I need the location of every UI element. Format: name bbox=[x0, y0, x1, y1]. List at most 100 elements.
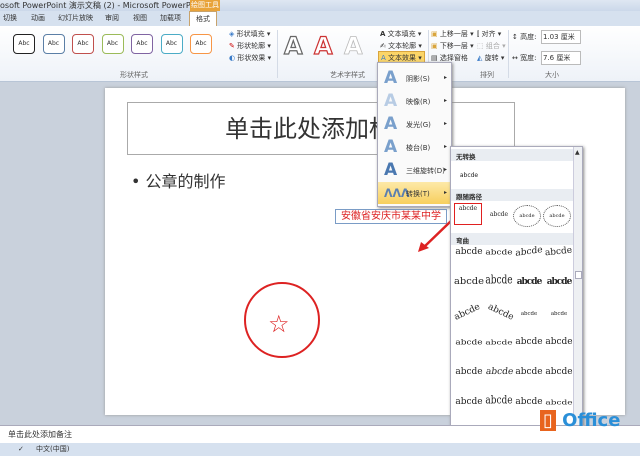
rotate-button[interactable]: ◭ 旋转 ▾ bbox=[477, 53, 504, 63]
tab-addins[interactable]: 加载项 bbox=[160, 13, 181, 23]
shape-style-swatch[interactable]: Abc bbox=[190, 34, 212, 54]
ribbon: Abc Abc Abc Abc Abc Abc Abc ◈ 形状填充 ▾ ✎ 形状轮廓 ▾ … bbox=[0, 26, 640, 82]
wordart-style-3[interactable]: A bbox=[344, 32, 363, 61]
warp-option[interactable]: abcde bbox=[485, 340, 513, 353]
warp-option[interactable]: abcde bbox=[485, 274, 513, 297]
warp-option[interactable]: abcde bbox=[485, 395, 513, 417]
no-transform-option[interactable]: abcde bbox=[455, 167, 483, 185]
watermark-logo: ▯ Office bbox=[540, 410, 620, 431]
scroll-up-icon[interactable]: ▲ bbox=[575, 149, 580, 156]
align-button[interactable]: ⫿ 对齐 ▾ bbox=[477, 29, 501, 39]
notes-placeholder: 单击此处添加备注 bbox=[8, 430, 72, 439]
menu-item-3d-rotation[interactable]: A 三维旋转(D) ▸ bbox=[378, 159, 451, 181]
warp-option[interactable]: abcde bbox=[515, 277, 543, 295]
menu-item-shadow[interactable]: A 阴影(S) ▸ bbox=[378, 67, 451, 89]
menu-item-transform[interactable]: ᐱᐱᐱ 转换(T) ▸ bbox=[378, 182, 451, 204]
height-input[interactable]: 1.03 厘米 bbox=[541, 30, 581, 44]
send-backward-button[interactable]: ▣ 下移一层 ▾ bbox=[431, 41, 474, 51]
path-arch-up-option[interactable]: abcde bbox=[454, 203, 482, 225]
submenu-arrow-icon: ▸ bbox=[443, 74, 447, 81]
text-outline-icon: ✍ bbox=[380, 42, 386, 50]
office-logo-icon: ▯ bbox=[540, 410, 556, 431]
warp-option[interactable]: abcde bbox=[515, 367, 543, 385]
path-circle-option[interactable]: abcde bbox=[513, 205, 541, 227]
text-effects-icon: A bbox=[381, 54, 386, 62]
paint-bucket-icon: ◈ bbox=[229, 30, 235, 38]
path-button-option[interactable]: abcde bbox=[543, 205, 571, 227]
bevel-icon: A bbox=[384, 137, 398, 157]
shape-style-swatch[interactable]: Abc bbox=[101, 34, 124, 54]
group-label-arrange: 排列 bbox=[480, 71, 494, 79]
bullet-text[interactable]: • 公章的制作 bbox=[131, 168, 226, 192]
bring-forward-button[interactable]: ▣ 上移一层 ▾ bbox=[431, 29, 474, 39]
warp-option[interactable]: abcde bbox=[545, 277, 573, 295]
warp-option[interactable]: abcde bbox=[521, 311, 538, 322]
reflection-icon: A bbox=[384, 91, 398, 111]
spell-check-icon[interactable]: ✓ bbox=[18, 443, 24, 456]
text-fill-button[interactable]: A 文本填充 ▾ bbox=[380, 29, 421, 39]
shape-outline-button[interactable]: ✎ 形状轮廓 ▾ bbox=[229, 41, 271, 51]
warp-option[interactable]: abcde bbox=[515, 337, 543, 355]
tab-transitions[interactable]: 切换 bbox=[3, 13, 17, 23]
section-follow-path: 跟随路径 bbox=[451, 189, 573, 201]
title-bar: osoft PowerPoint 演示文稿 (2) - Microsoft Po… bbox=[0, 0, 640, 11]
menu-item-reflection[interactable]: A 映像(R) ▸ bbox=[378, 90, 451, 112]
3d-rotation-icon: A bbox=[384, 160, 398, 180]
shape-fill-button[interactable]: ◈ 形状填充 ▾ bbox=[229, 29, 270, 39]
warp-option[interactable]: abcde bbox=[453, 302, 486, 330]
tab-view[interactable]: 视图 bbox=[133, 13, 147, 23]
group-button[interactable]: ⬚ 组合 ▾ bbox=[477, 41, 506, 51]
height-icon: ↕ bbox=[512, 33, 518, 41]
shape-style-swatch[interactable]: Abc bbox=[160, 34, 183, 54]
text-outline-button[interactable]: ✍ 文本轮廓 ▾ bbox=[380, 41, 422, 51]
path-arch-down-option[interactable]: abcde bbox=[485, 211, 513, 229]
menu-item-glow[interactable]: A 发光(G) ▸ bbox=[378, 113, 451, 135]
submenu-arrow-icon: ▸ bbox=[443, 189, 447, 196]
shape-style-swatch[interactable]: Abc bbox=[131, 34, 153, 54]
warp-option[interactable]: abcde bbox=[483, 302, 516, 330]
group-icon: ⬚ bbox=[477, 42, 484, 50]
divider bbox=[277, 30, 278, 78]
wordart-style-1[interactable]: A bbox=[283, 31, 303, 60]
window-title: osoft PowerPoint 演示文稿 (2) - Microsoft Po… bbox=[0, 1, 206, 10]
bring-forward-icon: ▣ bbox=[431, 30, 438, 38]
send-backward-icon: ▣ bbox=[431, 42, 438, 50]
warp-option[interactable]: abcde bbox=[545, 367, 573, 385]
warp-option[interactable]: abcde bbox=[455, 247, 483, 265]
status-bar: ✓ 中文(中国) bbox=[0, 443, 640, 456]
warp-option[interactable]: abcde bbox=[454, 277, 485, 295]
menu-item-bevel[interactable]: A 棱台(B) ▸ bbox=[378, 136, 451, 158]
shape-style-swatch[interactable]: Abc bbox=[13, 34, 35, 54]
ribbon-tabs: 切换 动画 幻灯片放映 审阅 视图 加载项 格式 bbox=[0, 11, 640, 26]
warp-option[interactable]: abcde bbox=[484, 367, 515, 385]
submenu-arrow-icon: ▸ bbox=[443, 166, 447, 173]
tab-review[interactable]: 审阅 bbox=[105, 13, 119, 23]
warp-option[interactable]: abcde bbox=[455, 397, 483, 415]
tab-slideshow[interactable]: 幻灯片放映 bbox=[58, 13, 93, 23]
warp-option[interactable]: abcde bbox=[485, 249, 513, 263]
glow-icon: A bbox=[384, 114, 398, 134]
language-status[interactable]: 中文(中国) bbox=[36, 443, 69, 456]
tab-animations[interactable]: 动画 bbox=[31, 13, 45, 23]
warp-option[interactable]: abcde bbox=[455, 367, 483, 385]
warp-option[interactable]: abcde bbox=[515, 245, 543, 267]
scroll-thumb[interactable] bbox=[575, 271, 582, 279]
effects-icon: ◐ bbox=[229, 54, 236, 62]
wordart-style-2[interactable]: A bbox=[313, 31, 333, 60]
context-tab-drawing-tools: 绘图工具 bbox=[190, 0, 220, 11]
warp-option[interactable]: abcde bbox=[515, 397, 543, 415]
shape-style-swatch[interactable]: Abc bbox=[72, 34, 94, 54]
shape-style-swatch[interactable]: Abc bbox=[42, 34, 65, 54]
warp-option[interactable]: abcde bbox=[545, 337, 573, 355]
star-shape[interactable]: ☆ bbox=[268, 310, 290, 338]
section-no-transform: 无转换 bbox=[451, 149, 573, 161]
width-input[interactable]: 7.6 厘米 bbox=[541, 51, 581, 65]
group-label-size: 大小 bbox=[545, 71, 559, 79]
warp-option[interactable]: abcde bbox=[551, 311, 568, 322]
selection-pane-icon: ▤ bbox=[431, 54, 438, 62]
shape-effects-button[interactable]: ◐ 形状效果 ▾ bbox=[229, 53, 271, 63]
section-warp: 弯曲 bbox=[451, 233, 573, 245]
warp-option[interactable]: abcde bbox=[455, 339, 483, 353]
tab-format[interactable]: 格式 bbox=[189, 11, 217, 26]
warp-option[interactable]: abcde bbox=[544, 246, 574, 267]
